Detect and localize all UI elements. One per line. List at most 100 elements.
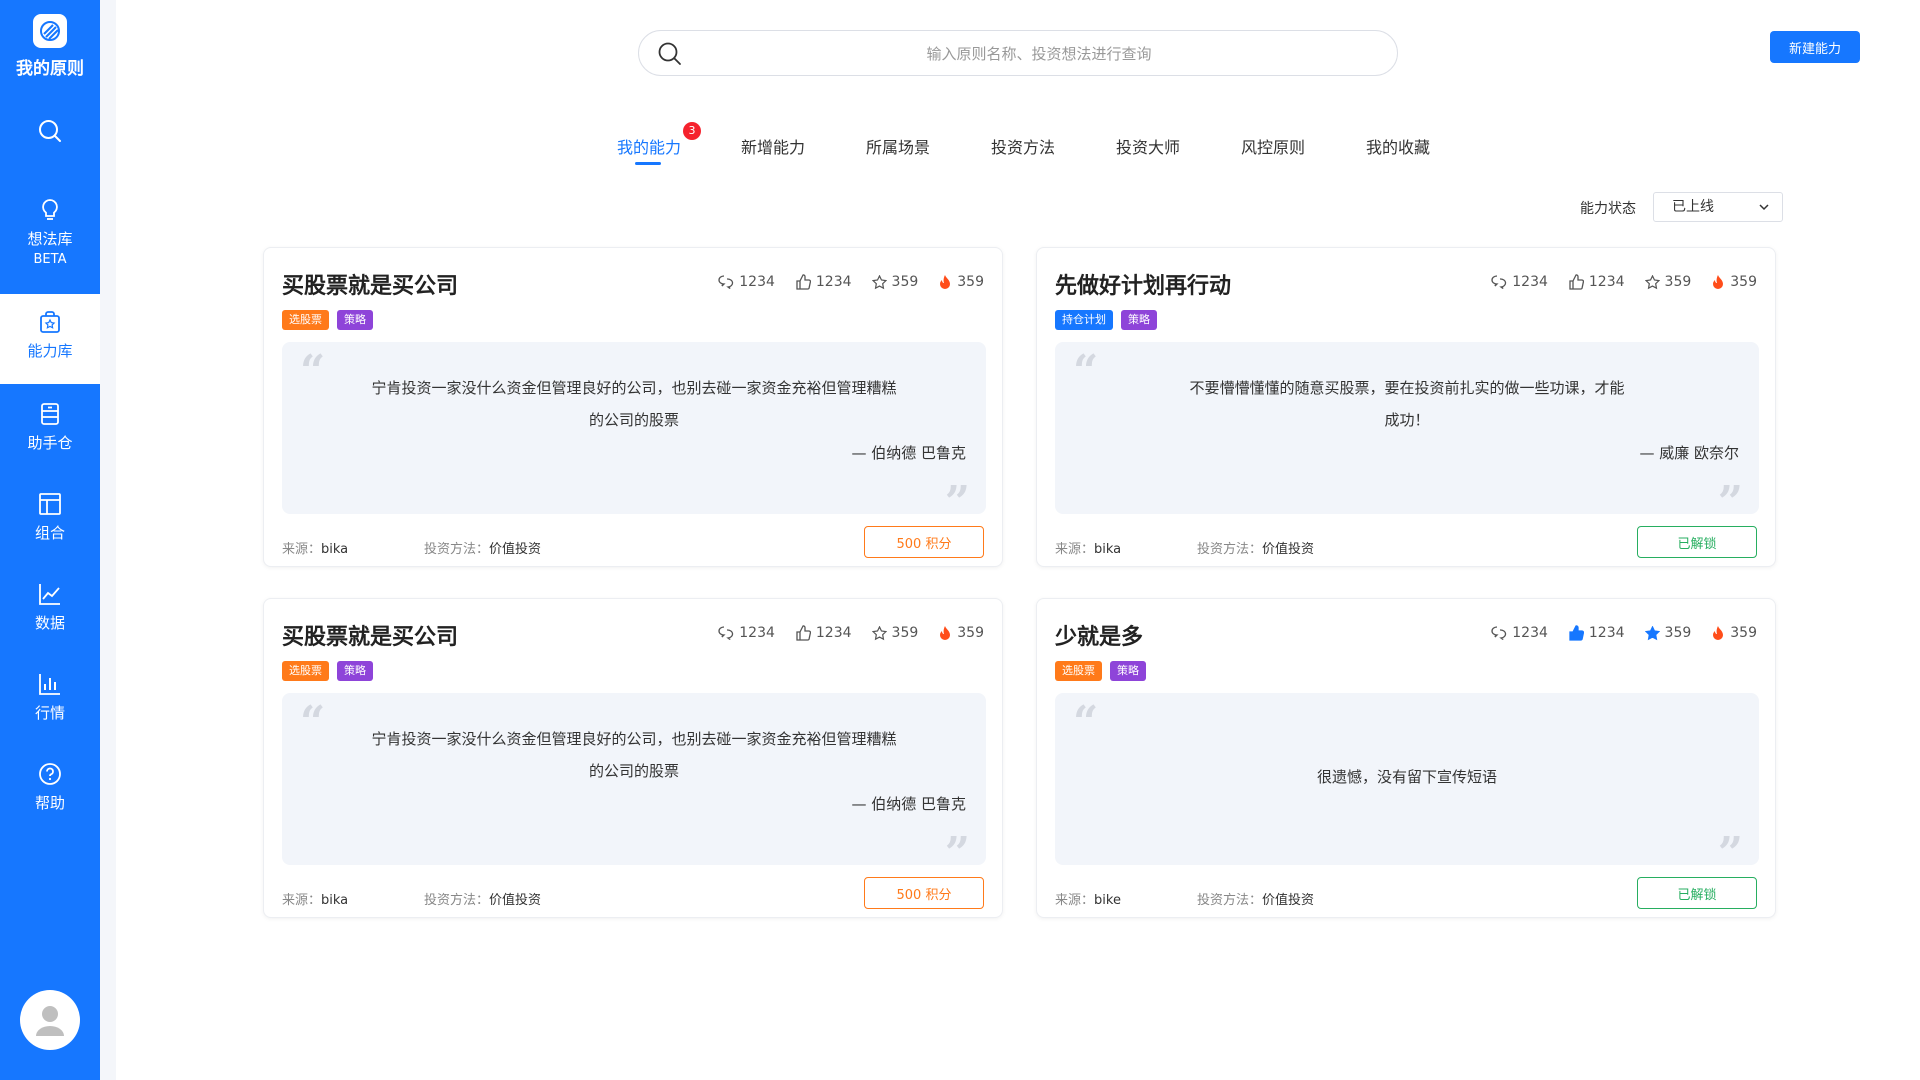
capability-card[interactable]: 买股票就是买公司 1234 1234 359 359 选股票 策略 “ 宁肯投资… bbox=[263, 247, 1003, 567]
new-capability-button[interactable]: 新建能力 bbox=[1770, 31, 1860, 63]
comments-count: 1234 bbox=[1512, 274, 1548, 290]
comment-icon bbox=[718, 626, 734, 640]
likes-stat[interactable]: 1234 bbox=[795, 274, 852, 290]
method-value: 价值投资 bbox=[1262, 542, 1315, 557]
comment-icon bbox=[1491, 275, 1507, 289]
sidebar-item-label: 帮助 bbox=[34, 794, 65, 812]
source-value: bika bbox=[321, 893, 349, 908]
close-quote-icon: ” bbox=[944, 828, 970, 879]
method-meta: 投资方法：价值投资 bbox=[424, 538, 541, 557]
tab-investment-methods[interactable]: 投资方法 bbox=[991, 134, 1055, 158]
quote-line: 成功！ bbox=[1384, 411, 1430, 429]
capability-card[interactable]: 买股票就是买公司 1234 1234 359 359 选股票 策略 “ 宁肯投资… bbox=[263, 598, 1003, 918]
unlocked-button[interactable]: 已解锁 bbox=[1637, 877, 1757, 909]
hot-stat: 359 bbox=[1711, 625, 1757, 641]
method-meta: 投资方法：价值投资 bbox=[424, 889, 541, 908]
open-quote-icon: “ bbox=[1073, 697, 1099, 748]
source-label: 来源： bbox=[1055, 893, 1095, 908]
search-input[interactable] bbox=[699, 39, 1379, 69]
tab-scenarios[interactable]: 所属场景 bbox=[866, 134, 930, 158]
likes-stat[interactable]: 1234 bbox=[1568, 274, 1625, 290]
card-stats: 1234 1234 359 359 bbox=[1491, 625, 1757, 641]
quote-line: 不要懵懵懂懂的随意买股票，要在投资前扎实的做一些功课，才能 bbox=[1189, 379, 1625, 397]
comments-stat[interactable]: 1234 bbox=[718, 274, 775, 290]
card-stats: 1234 1234 359 359 bbox=[1491, 274, 1757, 290]
card-tags: 选股票 策略 bbox=[282, 661, 373, 681]
unlock-button[interactable]: 500 积分 bbox=[864, 877, 984, 909]
sidebar-item-label: 行情 bbox=[34, 704, 65, 722]
category-tag: 选股票 bbox=[282, 310, 329, 330]
card-tags: 选股票 策略 bbox=[1055, 661, 1146, 681]
source-meta: 来源：bika bbox=[1055, 538, 1121, 557]
sidebar-item-data[interactable]: 数据 bbox=[0, 582, 100, 633]
favorites-stat[interactable]: 359 bbox=[1644, 625, 1692, 641]
quote-box: “ 很遗憾，没有留下宣传短语 ” bbox=[1055, 693, 1759, 879]
unlock-button[interactable]: 500 积分 bbox=[864, 526, 984, 558]
hot-stat: 359 bbox=[1711, 274, 1757, 290]
beta-label: BETA bbox=[33, 252, 67, 267]
app-logo[interactable]: 我的原则 bbox=[0, 14, 100, 79]
tab-investment-masters[interactable]: 投资大师 bbox=[1116, 134, 1180, 158]
tab-my-capabilities[interactable]: 我的能力 3 bbox=[617, 122, 702, 165]
lightbulb-icon bbox=[42, 199, 58, 220]
favorites-stat[interactable]: 359 bbox=[871, 274, 918, 290]
likes-stat[interactable]: 1234 bbox=[1568, 625, 1625, 641]
category-tag: 选股票 bbox=[1055, 661, 1102, 681]
likes-count: 1234 bbox=[1588, 274, 1625, 290]
avatar[interactable] bbox=[20, 990, 80, 1050]
search-bar[interactable] bbox=[638, 30, 1398, 76]
fire-icon bbox=[940, 275, 951, 289]
favorites-stat[interactable]: 359 bbox=[871, 625, 919, 641]
sidebar-item-portfolio[interactable]: 组合 bbox=[0, 492, 100, 543]
open-quote-icon: “ bbox=[1073, 346, 1099, 397]
likes-count: 1234 bbox=[815, 625, 852, 641]
likes-stat[interactable]: 1234 bbox=[795, 625, 852, 641]
hot-count: 359 bbox=[957, 625, 984, 641]
source-value: bika bbox=[321, 542, 349, 557]
comments-stat[interactable]: 1234 bbox=[718, 625, 775, 641]
hot-count: 359 bbox=[1730, 274, 1757, 290]
sidebar-item-label: 助手仓 bbox=[27, 434, 73, 452]
source-meta: 来源：bika bbox=[282, 889, 348, 908]
quote-line: 很遗憾，没有留下宣传短语 bbox=[1316, 768, 1497, 786]
sidebar-item-label: 数据 bbox=[34, 614, 65, 632]
sidebar-item-label: 想法库 bbox=[27, 230, 73, 248]
sidebar-item-market[interactable]: 行情 bbox=[0, 672, 100, 723]
star-icon bbox=[871, 274, 887, 289]
quote-line: 宁肯投资一家没什么资金但管理良好的公司，也别去碰一家资金充裕但管理糟糕 bbox=[371, 379, 897, 397]
method-meta: 投资方法：价值投资 bbox=[1197, 889, 1314, 908]
sidebar: 我的原则 想法库 BETA 能力库 助手仓 组合 数据 行情 帮助 bbox=[0, 0, 100, 1080]
likes-count: 1234 bbox=[815, 274, 852, 290]
category-tag: 选股票 bbox=[282, 661, 329, 681]
fire-icon bbox=[1713, 275, 1724, 289]
open-quote-icon: “ bbox=[300, 697, 326, 748]
favorites-count: 359 bbox=[1664, 625, 1692, 641]
favorites-count: 359 bbox=[891, 625, 919, 641]
sidebar-item-search[interactable] bbox=[0, 118, 100, 150]
quote-author: — 伯纳德 巴鲁克 bbox=[851, 444, 966, 462]
sidebar-divider bbox=[100, 0, 116, 1080]
tab-new-capabilities[interactable]: 新增能力 bbox=[741, 134, 805, 158]
comments-stat[interactable]: 1234 bbox=[1491, 625, 1548, 641]
sidebar-item-ideas[interactable]: 想法库 BETA bbox=[0, 198, 100, 267]
star-icon bbox=[871, 625, 887, 640]
capability-card[interactable]: 少就是多 1234 1234 359 359 选股票 策略 “ 很遗憾，没有留下… bbox=[1036, 598, 1776, 918]
comments-stat[interactable]: 1234 bbox=[1491, 274, 1548, 290]
quote-text: 宁肯投资一家没什么资金但管理良好的公司，也别去碰一家资金充裕但管理糟糕 的公司的… bbox=[342, 723, 926, 787]
method-value: 价值投资 bbox=[489, 542, 542, 557]
source-label: 来源： bbox=[282, 893, 322, 908]
unlocked-button[interactable]: 已解锁 bbox=[1637, 526, 1757, 558]
comment-icon bbox=[1491, 626, 1507, 640]
sidebar-item-help[interactable]: 帮助 bbox=[0, 762, 100, 813]
status-filter-select[interactable]: 已上线 bbox=[1653, 192, 1783, 222]
tab-risk-principles[interactable]: 风控原则 bbox=[1241, 134, 1305, 158]
capability-card[interactable]: 先做好计划再行动 1234 1234 359 359 持仓计划 策略 “ 不要懵… bbox=[1036, 247, 1776, 567]
search-icon bbox=[658, 42, 681, 65]
status-filter-value: 已上线 bbox=[1672, 199, 1714, 215]
favorites-stat[interactable]: 359 bbox=[1644, 274, 1691, 290]
tab-favorites[interactable]: 我的收藏 bbox=[1366, 134, 1430, 158]
sidebar-item-assistant[interactable]: 助手仓 bbox=[0, 402, 100, 453]
status-filter-label: 能力状态 bbox=[1580, 201, 1636, 217]
line-chart-icon bbox=[39, 584, 60, 605]
sidebar-item-capabilities[interactable]: 能力库 bbox=[0, 294, 100, 384]
